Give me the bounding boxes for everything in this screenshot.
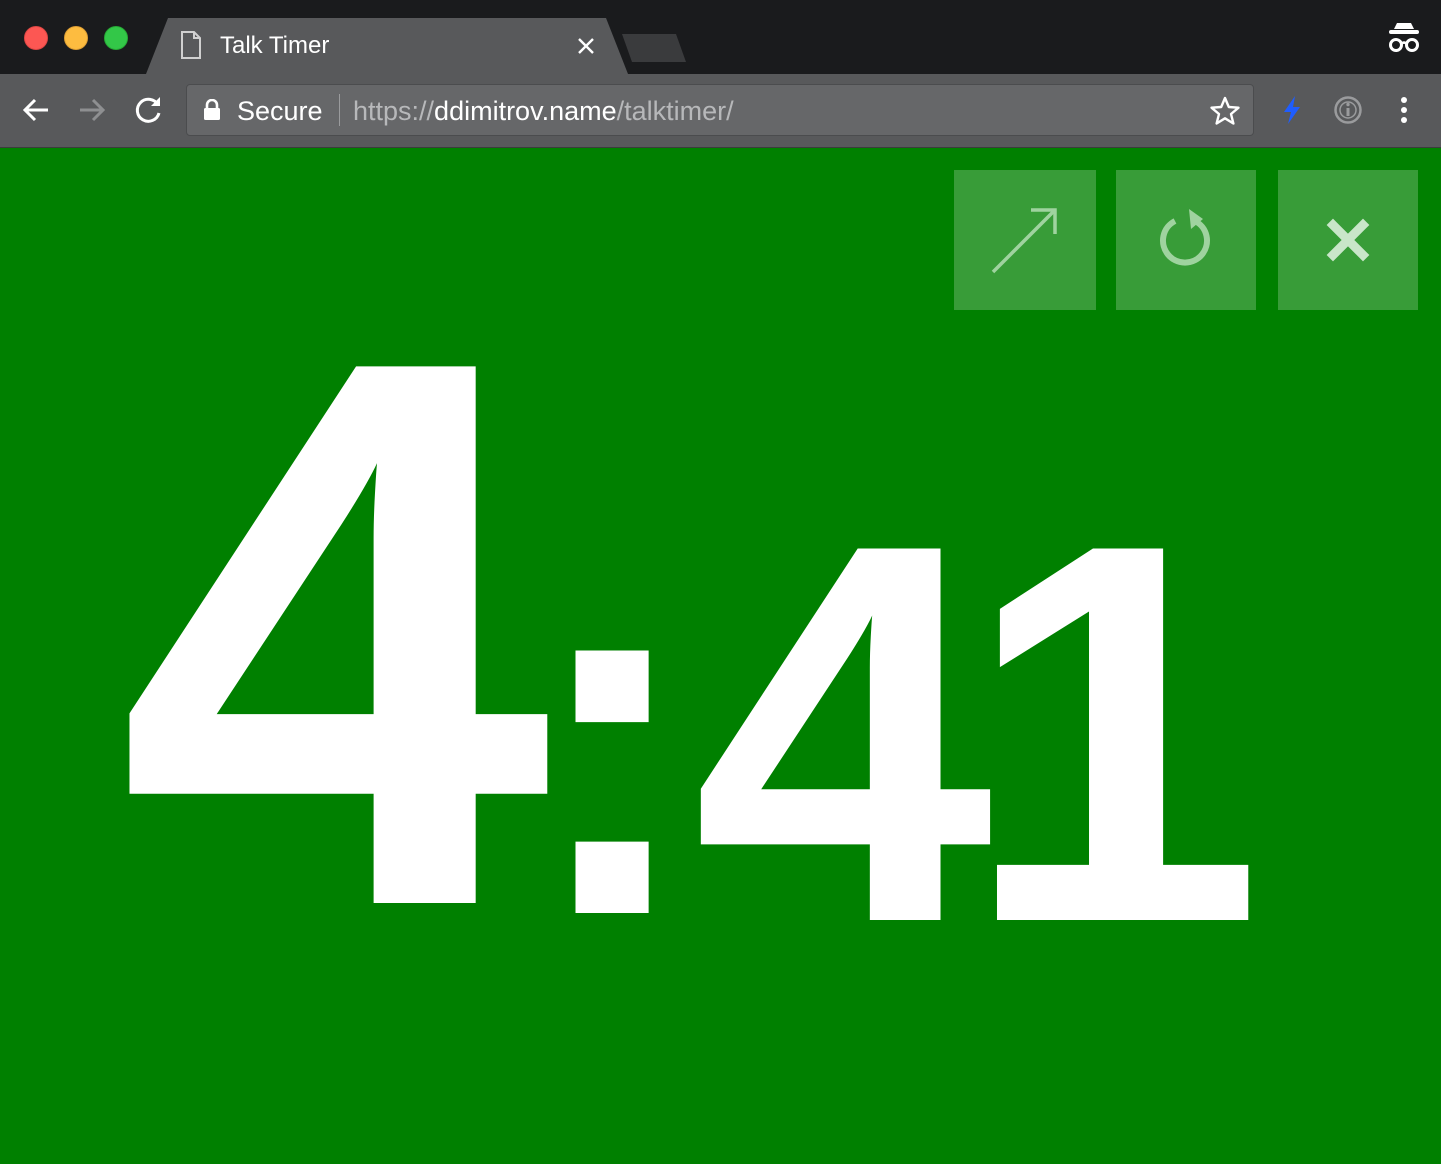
url-scheme: https://: [353, 96, 435, 126]
expand-button[interactable]: [954, 170, 1096, 310]
close-button[interactable]: [1278, 170, 1418, 310]
diagonal-arrow-icon: [991, 208, 1057, 274]
secure-label: Secure: [237, 96, 323, 126]
timer-seconds: 41: [692, 432, 1264, 1035]
reload-icon[interactable]: [130, 92, 166, 128]
lock-icon: [204, 99, 220, 120]
page-icon: [181, 31, 201, 59]
timer-separator: :: [525, 443, 699, 1024]
browser-toolbar: Secure https://ddimitrov.name/talktimer/: [0, 74, 1441, 148]
browser-tab-active[interactable]: Talk Timer: [146, 18, 628, 74]
url-host: ddimitrov.name: [434, 96, 617, 126]
timer-minutes: 4: [117, 198, 552, 1069]
tab-title: Talk Timer: [220, 32, 330, 59]
new-tab-button[interactable]: [622, 34, 686, 62]
incognito-icon: [1389, 23, 1419, 52]
url-path: /talktimer/: [616, 96, 734, 126]
star-icon[interactable]: [1209, 95, 1241, 127]
x-icon: [1326, 218, 1370, 262]
timer-page: 4:41: [0, 148, 1441, 1164]
timer-display: 4:41: [0, 198, 1396, 1069]
address-bar[interactable]: Secure https://ddimitrov.name/talktimer/: [186, 84, 1254, 136]
close-icon[interactable]: [574, 34, 598, 58]
back-arrow-icon[interactable]: [18, 92, 54, 128]
browser-titlebar: Talk Timer: [0, 0, 1441, 74]
window-minimize-button[interactable]: [64, 26, 88, 50]
kebab-menu-icon[interactable]: [1392, 94, 1416, 126]
info-icon[interactable]: [1332, 94, 1364, 126]
window-close-button[interactable]: [24, 26, 48, 50]
window-zoom-button[interactable]: [104, 26, 128, 50]
omnibox-divider: [339, 94, 340, 126]
bolt-icon[interactable]: [1278, 94, 1306, 126]
restart-icon: [1160, 209, 1210, 266]
reset-button[interactable]: [1116, 170, 1256, 310]
forward-arrow-icon[interactable]: [74, 92, 110, 128]
url-text[interactable]: https://ddimitrov.name/talktimer/: [353, 95, 734, 127]
